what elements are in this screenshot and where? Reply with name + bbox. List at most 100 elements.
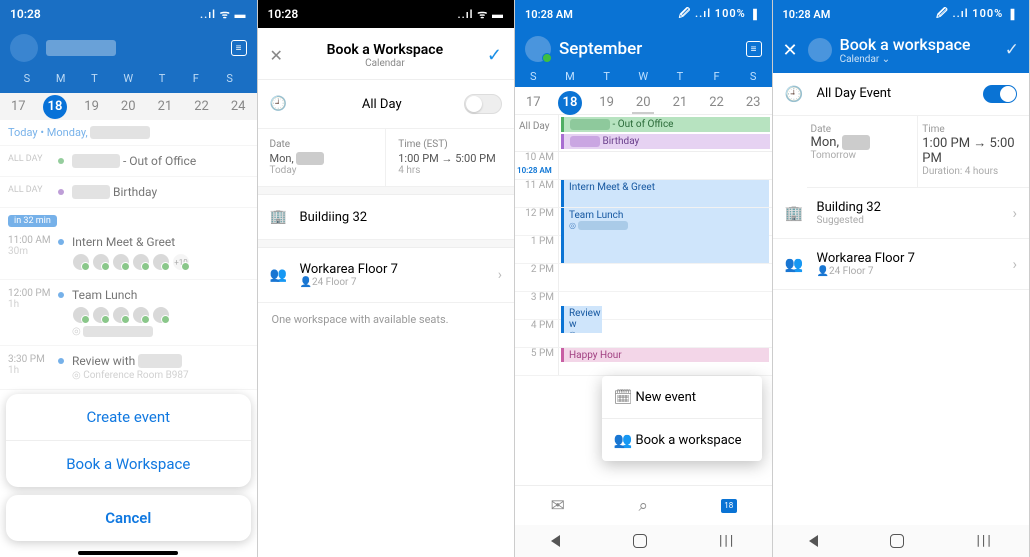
event-location: ◎ Conference Room B987 bbox=[72, 370, 249, 381]
event-row[interactable]: 12:00 PM1h Team Lunch ◎ bbox=[0, 280, 257, 346]
avatar[interactable] bbox=[525, 36, 551, 62]
date-time-row[interactable]: Date Mon, Tomorrow Time 1:00 PM → 5:00 P… bbox=[807, 116, 1030, 188]
book-workspace-option[interactable]: Book a Workspace bbox=[6, 441, 251, 487]
calendar-picker[interactable]: Calendar ⌄ bbox=[840, 54, 971, 65]
all-day-row[interactable]: 🕘 All Day Event bbox=[773, 73, 1030, 116]
date-cell[interactable]: 20 bbox=[625, 95, 662, 110]
cancel-button[interactable]: Cancel bbox=[6, 495, 251, 541]
event-lead: ALL DAY bbox=[8, 185, 58, 199]
agenda-icon[interactable]: ≡ bbox=[746, 41, 762, 57]
event-row[interactable]: 11:00 AM30m Intern Meet & Greet +10 bbox=[0, 227, 257, 280]
allday-event[interactable]: Birthday bbox=[561, 134, 770, 149]
mail-tab[interactable]: ✉ bbox=[515, 486, 601, 525]
status-icons: 🖉 ..ıl 100% ▮ bbox=[936, 5, 1019, 24]
footer-note: One workspace with available seats. bbox=[258, 303, 515, 336]
date-cell[interactable]: 17 bbox=[0, 99, 37, 114]
date-cell[interactable]: 17 bbox=[515, 95, 552, 110]
date-cell[interactable]: 20 bbox=[110, 99, 147, 114]
event-dot bbox=[58, 158, 64, 164]
date-sub: Today bbox=[270, 165, 374, 176]
chevron-right-icon: › bbox=[1012, 204, 1017, 222]
close-icon[interactable]: ✕ bbox=[783, 40, 798, 61]
day-grid[interactable]: 10:28 AM 10 AM 11 AM 12 PM 1 PM 2 PM 3 P… bbox=[515, 152, 772, 376]
confirm-icon[interactable]: ✓ bbox=[487, 45, 502, 66]
month-label[interactable]: September bbox=[559, 39, 746, 59]
event-block[interactable]: Intern Meet & Greet bbox=[561, 180, 769, 207]
create-event-option[interactable]: Create event bbox=[6, 394, 251, 441]
date-cell[interactable]: 23 bbox=[735, 95, 772, 110]
date-time-row[interactable]: Date Mon, Today Time (EST) 1:00 PM → 5:0… bbox=[258, 129, 515, 187]
event-block[interactable]: Happy Hour bbox=[561, 348, 769, 362]
time-label: Time (EST) bbox=[398, 139, 502, 150]
hour-label: 3 PM bbox=[515, 292, 559, 319]
close-icon[interactable]: ✕ bbox=[270, 46, 283, 65]
status-icons: ..ıl ᯤ ▬ bbox=[200, 7, 247, 22]
all-day-toggle[interactable] bbox=[464, 94, 502, 114]
event-block[interactable]: Review w◎ Confe bbox=[561, 306, 602, 333]
confirm-icon[interactable]: ✓ bbox=[1005, 40, 1019, 60]
dow: S bbox=[735, 70, 772, 83]
date-label: Date bbox=[811, 124, 910, 135]
date-label: Date bbox=[270, 139, 374, 150]
event-allday[interactable]: ALL DAY Birthday bbox=[0, 177, 257, 208]
agenda-icon[interactable]: ≡ bbox=[231, 40, 247, 56]
hour-label: 1 PM bbox=[515, 236, 559, 263]
event-row[interactable]: 3:30 PM1h Review with ◎ Conference Room … bbox=[0, 346, 257, 390]
avatar[interactable] bbox=[808, 38, 832, 62]
building-row[interactable]: 🏢 Building 32 Suggested › bbox=[773, 188, 1030, 239]
workarea-label: Workarea Floor 7 bbox=[817, 251, 1013, 266]
date-cell[interactable]: 19 bbox=[73, 99, 110, 114]
status-icons: ..ıl ᯤ ▬ bbox=[457, 7, 504, 22]
status-time: 10:28 bbox=[10, 7, 41, 21]
hour-label: 5 PM bbox=[515, 348, 559, 375]
new-event-option[interactable]: 🗓New event bbox=[602, 376, 762, 419]
dow: S bbox=[213, 72, 247, 85]
date-cell[interactable]: 24 bbox=[220, 99, 257, 114]
dow: F bbox=[698, 70, 735, 83]
event-title: Birthday bbox=[72, 185, 157, 199]
hour-label: 12 PM bbox=[515, 208, 559, 235]
date-cell[interactable]: 19 bbox=[588, 95, 625, 110]
date-cell[interactable]: 21 bbox=[147, 99, 184, 114]
date-cell[interactable]: 22 bbox=[183, 99, 220, 114]
home-indicator[interactable] bbox=[78, 551, 178, 555]
dow: W bbox=[111, 72, 145, 85]
date-row: 17 18 19 20 21 22 24 bbox=[0, 93, 257, 120]
time-sub: 4 hrs bbox=[398, 165, 502, 176]
date-cell[interactable]: 22 bbox=[698, 95, 735, 110]
home-button[interactable] bbox=[890, 534, 904, 548]
date-cell[interactable]: 21 bbox=[662, 95, 699, 110]
home-button[interactable] bbox=[633, 534, 647, 548]
avatar[interactable] bbox=[10, 34, 38, 62]
workarea-row[interactable]: 👥 Workarea Floor 7 👤24 Floor 7 › bbox=[773, 239, 1030, 290]
all-day-row[interactable]: 🕘 All Day bbox=[258, 80, 515, 129]
event-block[interactable]: Team Lunch◎ bbox=[561, 208, 769, 263]
back-button[interactable] bbox=[551, 535, 560, 547]
chevron-right-icon: › bbox=[498, 267, 502, 283]
event-dot bbox=[58, 239, 64, 245]
event-time: 3:30 PM1h bbox=[8, 354, 58, 381]
building-row[interactable]: 🏢 Buildiing 32 bbox=[258, 195, 515, 240]
event-allday[interactable]: ALL DAY - Out of Office bbox=[0, 146, 257, 177]
date-cell-selected[interactable]: 18 bbox=[37, 99, 74, 114]
header-title bbox=[46, 40, 116, 56]
dow: T bbox=[78, 72, 112, 85]
search-tab[interactable]: ⌕ bbox=[601, 486, 687, 525]
dow: T bbox=[145, 72, 179, 85]
event-time: 12:00 PM1h bbox=[8, 288, 58, 337]
all-day-toggle[interactable] bbox=[983, 85, 1017, 103]
calendar-tab[interactable] bbox=[686, 486, 772, 525]
attendee-avatars bbox=[72, 306, 249, 324]
date-cell-selected[interactable]: 18 bbox=[552, 95, 589, 110]
date-value: Mon, bbox=[811, 135, 910, 150]
workarea-row[interactable]: 👥 Workarea Floor 7 👤24 Floor 7 › bbox=[258, 248, 515, 303]
hour-label: 4 PM bbox=[515, 320, 559, 347]
recents-button[interactable]: ||| bbox=[977, 533, 993, 549]
allday-event[interactable]: - Out of Office bbox=[561, 117, 770, 132]
building-label: Buildiing 32 bbox=[300, 210, 368, 225]
all-day-label: All Day bbox=[362, 97, 402, 112]
book-workspace-option[interactable]: 👥Book a workspace bbox=[602, 419, 762, 461]
status-bar: 10:28 ..ıl ᯤ ▬ bbox=[0, 0, 257, 28]
recents-button[interactable]: ||| bbox=[719, 533, 735, 549]
back-button[interactable] bbox=[809, 535, 818, 547]
